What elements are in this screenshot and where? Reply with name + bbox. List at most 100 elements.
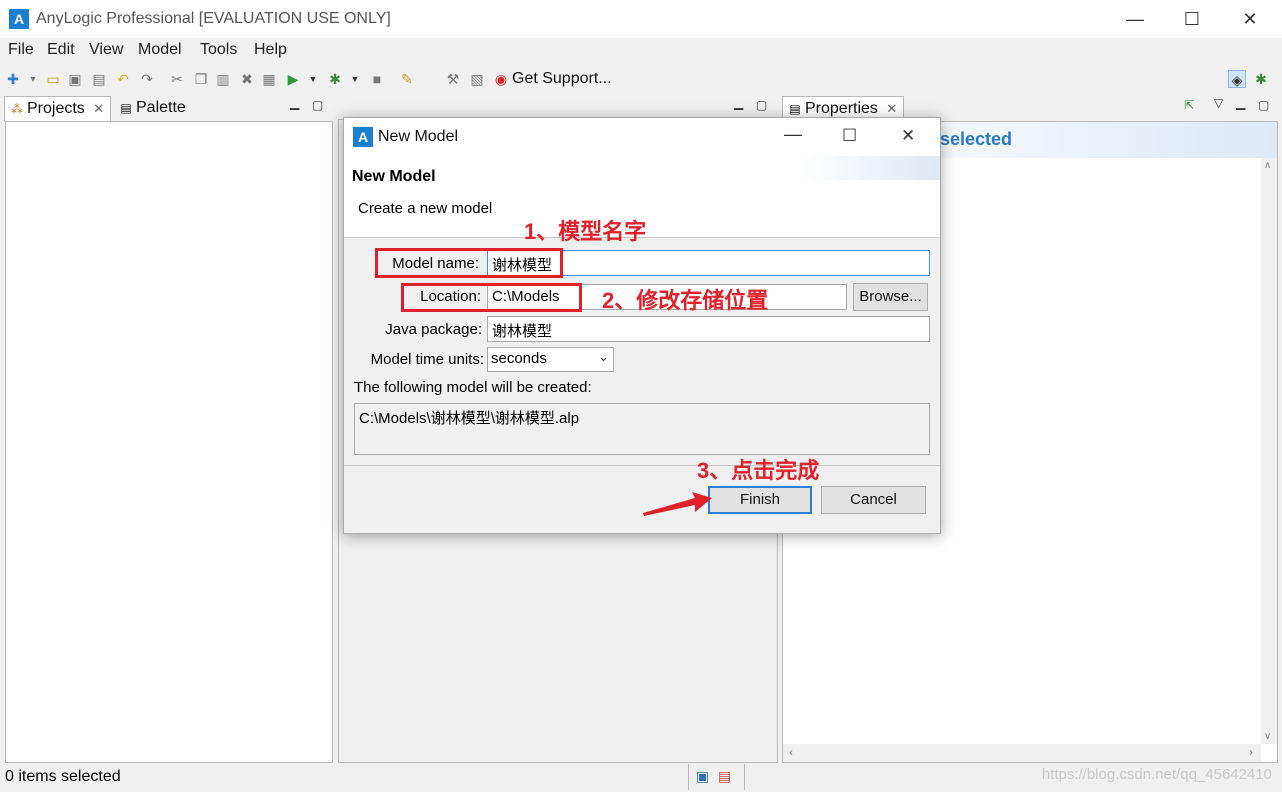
toolbar: ✚ ▼ ▭ ▣ ▤ ↶ ↷ ✂ ❐ ▥ ✖ ▦ ▶ ▼ ✱ ▼ ■ ✎ ⚒ ▧ … <box>0 64 1282 94</box>
menu-file[interactable]: File <box>8 41 34 59</box>
dialog-header-desc: Create a new model <box>358 200 493 217</box>
wand-icon[interactable]: ✎ <box>398 70 416 88</box>
properties-header-text: selected <box>940 129 1013 149</box>
properties-icon: ▤ <box>789 102 801 116</box>
time-units-value: seconds <box>491 350 547 367</box>
build-icon[interactable]: ▦ <box>260 70 278 88</box>
maximize-button[interactable]: ☐ <box>1180 8 1204 30</box>
new-dropdown-icon[interactable]: ▼ <box>24 70 42 88</box>
summary-label: The following model will be created: <box>354 379 592 396</box>
debug-perspective-icon[interactable]: ✱ <box>1252 70 1270 88</box>
menu-view[interactable]: View <box>89 41 123 59</box>
scroll-down-icon[interactable]: ∨ <box>1264 731 1271 742</box>
dialog-separator <box>344 465 940 466</box>
status-text: 0 items selected <box>5 768 121 785</box>
watermark: https://blog.csdn.net/qq_45642410 <box>1041 766 1272 783</box>
annotation-step3: 3、点击完成 <box>697 458 820 483</box>
save-all-icon[interactable]: ▤ <box>90 70 108 88</box>
delete-icon[interactable]: ✖ <box>238 70 256 88</box>
scroll-right-icon[interactable]: › <box>1249 745 1253 759</box>
window-title: AnyLogic Professional [EVALUATION USE ON… <box>36 10 391 27</box>
window-titlebar: A AnyLogic Professional [EVALUATION USE … <box>0 0 1282 38</box>
status-divider <box>744 764 745 790</box>
tab-projects[interactable]: ⁂ Projects ✕ <box>4 96 112 122</box>
scroll-up-icon[interactable]: ∧ <box>1264 160 1271 171</box>
minimize-panel-icon[interactable]: ▁ <box>290 96 299 110</box>
tab-palette-label: Palette <box>136 99 186 116</box>
lifebuoy-icon[interactable]: ◉ <box>492 70 510 88</box>
anylogic-logo-icon: A <box>353 127 373 147</box>
close-button[interactable]: ✕ <box>1238 8 1262 30</box>
copy-icon[interactable]: ❐ <box>192 70 210 88</box>
menu-bar: File Edit View Model Tools Help <box>0 38 1282 64</box>
annotation-step1: 1、模型名字 <box>524 219 647 244</box>
cut-icon[interactable]: ✂ <box>168 70 186 88</box>
scroll-left-icon[interactable]: ‹ <box>789 745 793 759</box>
pin-icon[interactable]: ⇱ <box>1184 98 1194 112</box>
finish-button[interactable]: Finish <box>708 486 812 514</box>
close-icon[interactable]: ✕ <box>886 101 897 116</box>
menu-help[interactable]: Help <box>254 41 287 59</box>
undo-icon[interactable]: ↶ <box>114 70 132 88</box>
redo-icon[interactable]: ↷ <box>138 70 156 88</box>
chevron-down-icon: ⌄ <box>598 349 609 364</box>
horizontal-scrollbar[interactable]: ‹ › <box>783 744 1261 762</box>
stop-icon[interactable]: ■ <box>368 70 386 88</box>
menu-model[interactable]: Model <box>138 41 182 59</box>
tab-properties-label: Properties <box>805 100 878 117</box>
perspective-icon[interactable]: ◈ <box>1228 70 1246 88</box>
minimize-button[interactable]: — <box>1123 8 1147 30</box>
run-dropdown-icon[interactable]: ▼ <box>304 70 322 88</box>
maximize-panel-icon[interactable]: ▢ <box>1258 98 1269 112</box>
tool-icon[interactable]: ⚒ <box>444 70 462 88</box>
get-support-button[interactable]: Get Support... <box>512 70 612 88</box>
console-icon[interactable]: ▣ <box>696 768 709 785</box>
tab-palette[interactable]: ▤ Palette <box>114 96 192 122</box>
annotation-arrow-icon <box>643 492 712 516</box>
save-icon[interactable]: ▣ <box>66 70 84 88</box>
palette-icon: ▤ <box>120 101 132 115</box>
menu-tools[interactable]: Tools <box>200 41 237 59</box>
new-model-icon[interactable]: ✚ <box>4 70 22 88</box>
time-units-label: Model time units: <box>370 351 484 368</box>
annotation-box-model-name <box>375 248 563 278</box>
java-package-label: Java package: <box>385 321 482 338</box>
browse-button[interactable]: Browse... <box>853 283 928 311</box>
dialog-minimize-button[interactable]: — <box>784 124 802 145</box>
minimize-panel-icon[interactable]: ▁ <box>734 96 743 110</box>
maximize-panel-icon[interactable]: ▢ <box>312 98 323 112</box>
summary-box: C:\Models\谢林模型\谢林模型.alp <box>354 403 930 455</box>
annotation-box-location <box>401 283 582 312</box>
left-panel-tabs: ⁂ Projects ✕ ▤ Palette ▁ ▢ <box>4 96 334 122</box>
paste-icon[interactable]: ▥ <box>214 70 232 88</box>
time-units-select[interactable]: seconds ⌄ <box>487 347 614 372</box>
status-bar: 0 items selected ▣ ▤ https://blog.csdn.n… <box>0 764 1282 792</box>
dialog-header-title: New Model <box>352 168 436 185</box>
new-model-dialog: A New Model — ☐ ✕ New Model Create a new… <box>343 117 941 534</box>
vertical-scrollbar[interactable]: ∧ ∨ <box>1261 158 1277 744</box>
dialog-title: New Model <box>378 128 459 145</box>
anylogic-logo-icon: A <box>9 9 29 29</box>
export-icon[interactable]: ▧ <box>468 70 486 88</box>
annotation-step2: 2、修改存储位置 <box>602 288 769 313</box>
view-menu-icon[interactable]: ▽ <box>1214 96 1223 110</box>
cancel-button[interactable]: Cancel <box>821 486 926 514</box>
dialog-close-button[interactable]: ✕ <box>901 126 915 146</box>
projects-panel[interactable] <box>5 121 333 763</box>
problems-icon[interactable]: ▤ <box>718 768 731 785</box>
close-icon[interactable]: ✕ <box>93 101 104 116</box>
minimize-panel-icon[interactable]: ▁ <box>1236 96 1245 110</box>
menu-edit[interactable]: Edit <box>47 41 75 59</box>
tab-projects-label: Projects <box>27 100 85 117</box>
java-package-input[interactable]: 谢林模型 <box>487 316 930 342</box>
run-icon[interactable]: ▶ <box>284 70 302 88</box>
debug-icon[interactable]: ✱ <box>326 70 344 88</box>
dialog-maximize-button[interactable]: ☐ <box>842 126 857 146</box>
projects-icon: ⁂ <box>11 102 23 116</box>
open-icon[interactable]: ▭ <box>44 70 62 88</box>
maximize-panel-icon[interactable]: ▢ <box>756 98 767 112</box>
header-banner <box>800 156 940 180</box>
status-divider <box>688 764 689 790</box>
debug-dropdown-icon[interactable]: ▼ <box>346 70 364 88</box>
dialog-titlebar: A New Model — ☐ ✕ <box>344 118 940 156</box>
